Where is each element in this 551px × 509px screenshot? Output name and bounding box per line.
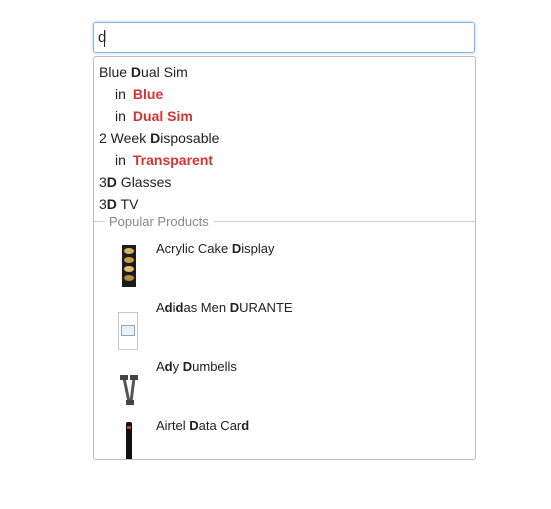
suggestion-category-item[interactable]: in Dual Sim bbox=[115, 108, 193, 125]
suggestion-item[interactable]: Blue Dual Sim bbox=[99, 64, 188, 81]
product-item[interactable]: Acrylic Cake Display bbox=[94, 241, 475, 300]
product-name: Airtel Data Card bbox=[156, 418, 250, 433]
suggestion-category-item[interactable]: in Transparent bbox=[115, 152, 213, 169]
suggestion-item[interactable]: 3D Glasses bbox=[99, 174, 171, 191]
dumbbell-thumbnail bbox=[120, 375, 138, 405]
broken-image-icon bbox=[118, 312, 138, 350]
text-caret bbox=[104, 30, 105, 47]
data-card-thumbnail bbox=[126, 422, 132, 459]
autocomplete-dropdown: Blue Dual Sim in Blue in Dual Sim 2 Week D… bbox=[93, 56, 476, 460]
cake-display-thumbnail bbox=[122, 245, 136, 287]
suggestion-category-item[interactable]: in Blue bbox=[115, 86, 163, 103]
section-title: Popular Products bbox=[104, 213, 214, 230]
product-item[interactable]: Adidas Men DURANTE bbox=[94, 300, 475, 359]
product-item[interactable]: Airtel Data Card bbox=[94, 418, 475, 459]
suggestion-item[interactable]: 2 Week Disposable bbox=[99, 130, 219, 147]
popular-products-header: Popular Products bbox=[94, 213, 475, 230]
product-name: Ady Dumbells bbox=[156, 359, 237, 374]
suggestion-item[interactable]: 3D TV bbox=[99, 196, 138, 213]
product-name: Adidas Men DURANTE bbox=[156, 300, 293, 315]
search-input[interactable] bbox=[93, 22, 475, 53]
product-name: Acrylic Cake Display bbox=[156, 241, 275, 256]
product-item[interactable]: Ady Dumbells bbox=[94, 359, 475, 418]
